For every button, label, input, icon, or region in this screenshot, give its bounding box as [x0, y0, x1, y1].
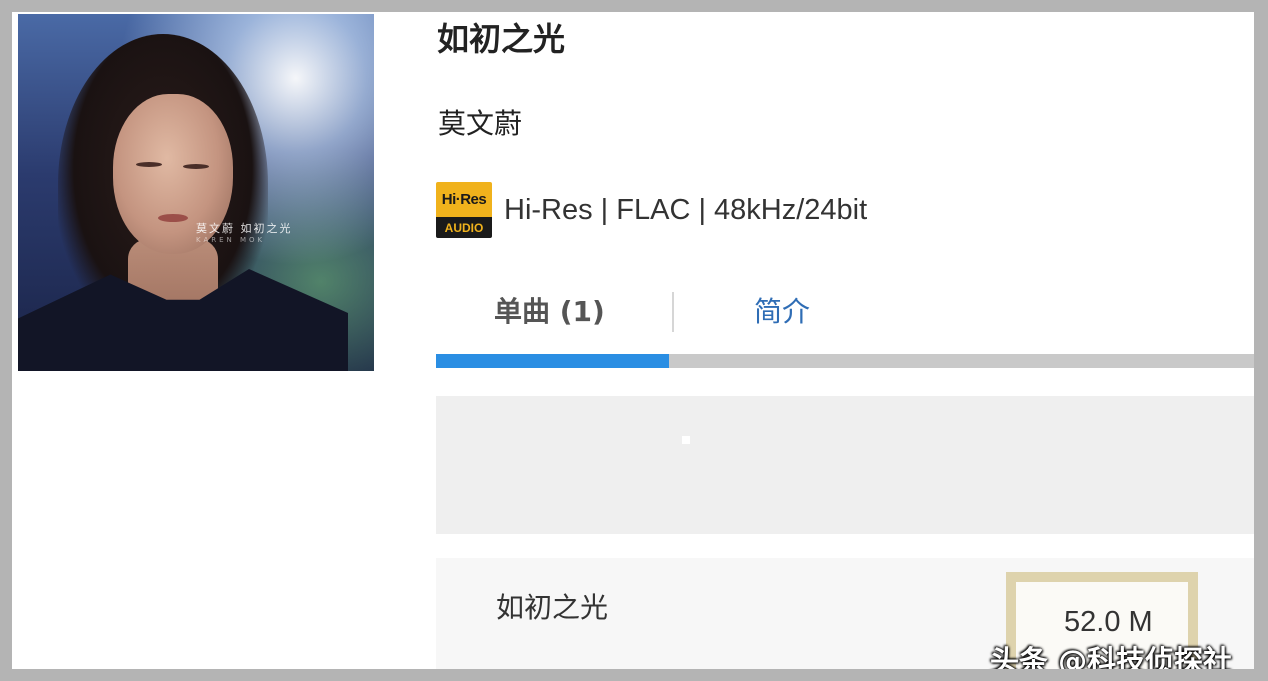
cover-title-text: 莫文蔚 如初之光	[196, 222, 293, 235]
album-cover-image[interactable]: 莫文蔚 如初之光 KAREN MOK	[18, 14, 374, 371]
tab-songs[interactable]: 单曲 (1)	[494, 290, 605, 330]
hi-res-badge-top: Hi·Res	[436, 182, 492, 217]
audio-quality-row: Hi·Res AUDIO Hi-Res | FLAC | 48kHz/24bit	[436, 182, 867, 238]
page-frame: 莫文蔚 如初之光 KAREN MOK 如初之光 莫文蔚 Hi·Res AUDIO…	[12, 12, 1254, 669]
hi-res-badge-bottom: AUDIO	[436, 217, 492, 238]
album-title: 如初之光	[437, 20, 566, 58]
tab-indicator-track	[436, 354, 1254, 368]
tab-active-indicator	[436, 354, 669, 368]
cover-figure-eye	[136, 162, 162, 167]
tab-bar: 单曲 (1) 简介	[436, 278, 1254, 370]
tab-intro[interactable]: 简介	[754, 290, 810, 330]
cover-figure-mouth	[158, 214, 188, 222]
audio-quality-text: Hi-Res | FLAC | 48kHz/24bit	[504, 193, 868, 226]
tab-separator	[672, 292, 674, 332]
song-title[interactable]: 如初之光	[496, 586, 608, 626]
banner-artifact	[682, 436, 690, 444]
artist-name[interactable]: 莫文蔚	[438, 102, 522, 142]
content-banner	[436, 396, 1254, 534]
file-size-text: 52.0 M	[1064, 606, 1153, 638]
hi-res-audio-icon: Hi·Res AUDIO	[436, 182, 492, 238]
cover-subtitle-text: KAREN MOK	[196, 236, 266, 244]
cover-figure-eye	[183, 164, 209, 169]
watermark-text: 头条 @科技侦探社	[990, 644, 1233, 669]
